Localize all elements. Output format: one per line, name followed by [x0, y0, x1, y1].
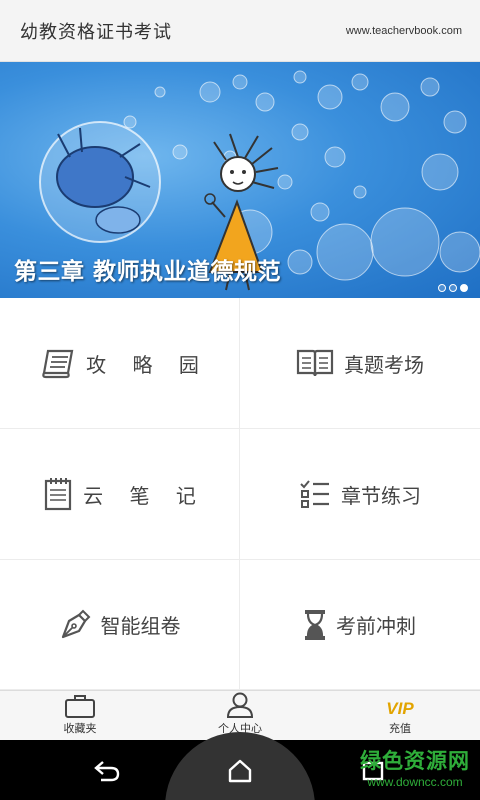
watermark-url: www.downcc.com [367, 775, 463, 789]
notepad-icon [45, 478, 72, 511]
back-icon [94, 761, 120, 782]
app-header: 幼教资格证书考试 www.teachervbook.com [0, 0, 480, 62]
home-button[interactable] [225, 758, 255, 784]
vip-icon: VIP [386, 699, 414, 718]
carousel-indicator [438, 284, 468, 292]
menu-item-past-exams[interactable]: 真题考场 [240, 298, 480, 429]
menu-item-final-sprint[interactable]: 考前冲刺 [240, 560, 480, 690]
carousel-dot-active[interactable] [460, 284, 468, 292]
main-menu-grid: 攻 略 园 真题考场 云 笔 记 章节练习 智能组卷 考前冲刺 [0, 298, 480, 690]
menu-item-label: 云 笔 记 [83, 483, 206, 508]
pen-nib-icon [61, 609, 90, 638]
open-book-icon [296, 349, 334, 377]
menu-item-label: 真题考场 [344, 352, 424, 377]
tab-favorites[interactable]: 收藏夹 [0, 691, 160, 740]
site-watermark: 绿色资源网 www.downcc.com [360, 745, 470, 789]
briefcase-icon [65, 695, 95, 718]
home-icon [228, 759, 252, 783]
app-title: 幼教资格证书考试 [20, 21, 172, 43]
menu-item-smart-paper[interactable]: 智能组卷 [0, 560, 240, 690]
carousel-dot[interactable] [449, 284, 457, 292]
tab-recharge[interactable]: VIP 充值 [320, 691, 480, 740]
menu-item-strategy[interactable]: 攻 略 园 [0, 298, 240, 429]
site-url[interactable]: www.teachervbook.com [346, 25, 462, 37]
scroll-icon [42, 349, 74, 379]
tab-label: 收藏夹 [63, 722, 97, 735]
tab-label: 充值 [389, 722, 411, 735]
menu-item-label: 智能组卷 [100, 614, 181, 638]
checklist-icon [300, 480, 329, 508]
menu-item-label: 考前冲刺 [336, 614, 416, 638]
menu-item-label: 章节练习 [341, 483, 421, 508]
banner-caption: 第三章 教师执业道德规范 [14, 259, 282, 285]
banner-carousel[interactable]: 第三章 教师执业道德规范 [0, 62, 480, 298]
hourglass-icon [305, 609, 325, 640]
watermark-title: 绿色资源网 [360, 749, 470, 773]
menu-item-cloud-notes[interactable]: 云 笔 记 [0, 429, 240, 560]
carousel-dot[interactable] [438, 284, 446, 292]
menu-item-chapter-practice[interactable]: 章节练习 [240, 429, 480, 560]
person-icon [226, 692, 254, 718]
back-button[interactable] [92, 758, 122, 784]
menu-item-label: 攻 略 园 [86, 352, 209, 377]
